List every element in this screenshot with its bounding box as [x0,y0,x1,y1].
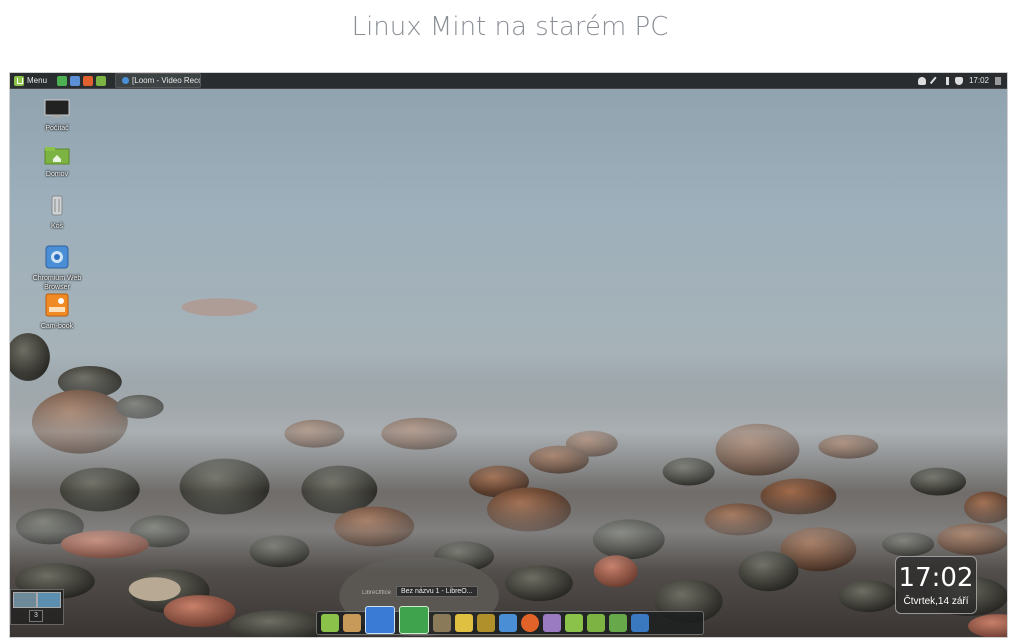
video-editor-icon[interactable] [455,614,473,632]
taskbar-window-title: [Loom - Video Recor... [132,76,202,85]
accessibility-icon[interactable] [631,614,649,632]
dock [316,606,704,635]
terminal-launcher-icon[interactable] [70,75,81,86]
desktop-icon-trash[interactable]: Koš [25,193,89,231]
volume-icon[interactable] [942,76,949,85]
desktop-icon-cambook[interactable]: Cam-book [25,293,89,331]
taskbar-window-button[interactable]: [Loom - Video Recor... [115,73,202,88]
network-icon[interactable] [929,76,939,85]
workspace-count: 3 [29,610,43,622]
chromium-icon [122,77,130,84]
desktop-icon-home[interactable]: Domov [25,145,89,179]
firefox-icon[interactable] [521,614,539,632]
image-viewer-icon[interactable] [477,614,495,632]
dock-tooltip: Bez názvu 1 - LibreO... [396,586,478,597]
files-icon[interactable] [587,614,605,632]
terminal-icon[interactable] [609,614,627,632]
computer-icon [44,99,70,118]
panel-clock[interactable]: 17:02 [969,76,989,85]
wallpaper-sea-rocks [10,73,1007,637]
workspace-thumbnail-1[interactable] [13,592,37,608]
files-launcher-icon[interactable] [96,75,107,86]
desktop-icon-label: Domov [45,171,69,178]
chromium-icon [45,245,69,269]
archive-icon[interactable] [343,614,361,632]
workspace-thumbnail-2[interactable] [37,592,61,608]
dock-faded-label: LibreOffice [362,590,391,596]
clock-date: Čtvrtek,14 září [903,596,969,607]
show-desktop-corner-icon[interactable] [995,76,1001,85]
pidgin-icon[interactable] [543,614,561,632]
trash-icon [51,195,63,216]
desktop-icon-label: Počítač [45,125,69,132]
firefox-launcher-icon[interactable] [83,75,94,86]
camera-app-icon [45,293,69,317]
chromium-icon[interactable] [499,614,517,632]
system-tray: 17:02 [917,76,1007,85]
menu-label: Menu [27,76,48,85]
mint-menu-icon[interactable] [321,614,339,632]
home-folder-icon [44,147,70,165]
page-title: Linux Mint na starém PC [351,12,669,42]
clock-time: 17:02 [898,563,974,593]
desktop-icon-label: Cam-book [40,323,74,330]
workspace-switcher[interactable]: 3 [10,589,64,625]
desktop-icon-label: Chromium Web Browser [32,275,82,291]
gimp-icon[interactable] [433,614,451,632]
mint-logo-icon [14,75,24,86]
libreoffice-writer-icon[interactable] [365,606,395,634]
show-desktop-icon[interactable] [57,75,68,86]
desktop-screenshot: Menu [Loom - Video Recor... 17:02 Počíta… [9,72,1008,638]
desktop-icon-label: Koš [50,223,64,230]
desktop-icon-chromium[interactable]: Chromium Web Browser [25,245,89,292]
top-panel: Menu [Loom - Video Recor... 17:02 [10,73,1007,89]
shield-icon[interactable] [954,76,963,85]
mint-update-icon[interactable] [565,614,583,632]
menu-button[interactable]: Menu [10,73,51,88]
desktop-icon-computer[interactable]: Počítač [25,99,89,133]
libreoffice-calc-icon[interactable] [399,606,429,634]
user-icon[interactable] [917,76,926,85]
clock-desklet: 17:02 Čtvrtek,14 září [895,556,977,614]
